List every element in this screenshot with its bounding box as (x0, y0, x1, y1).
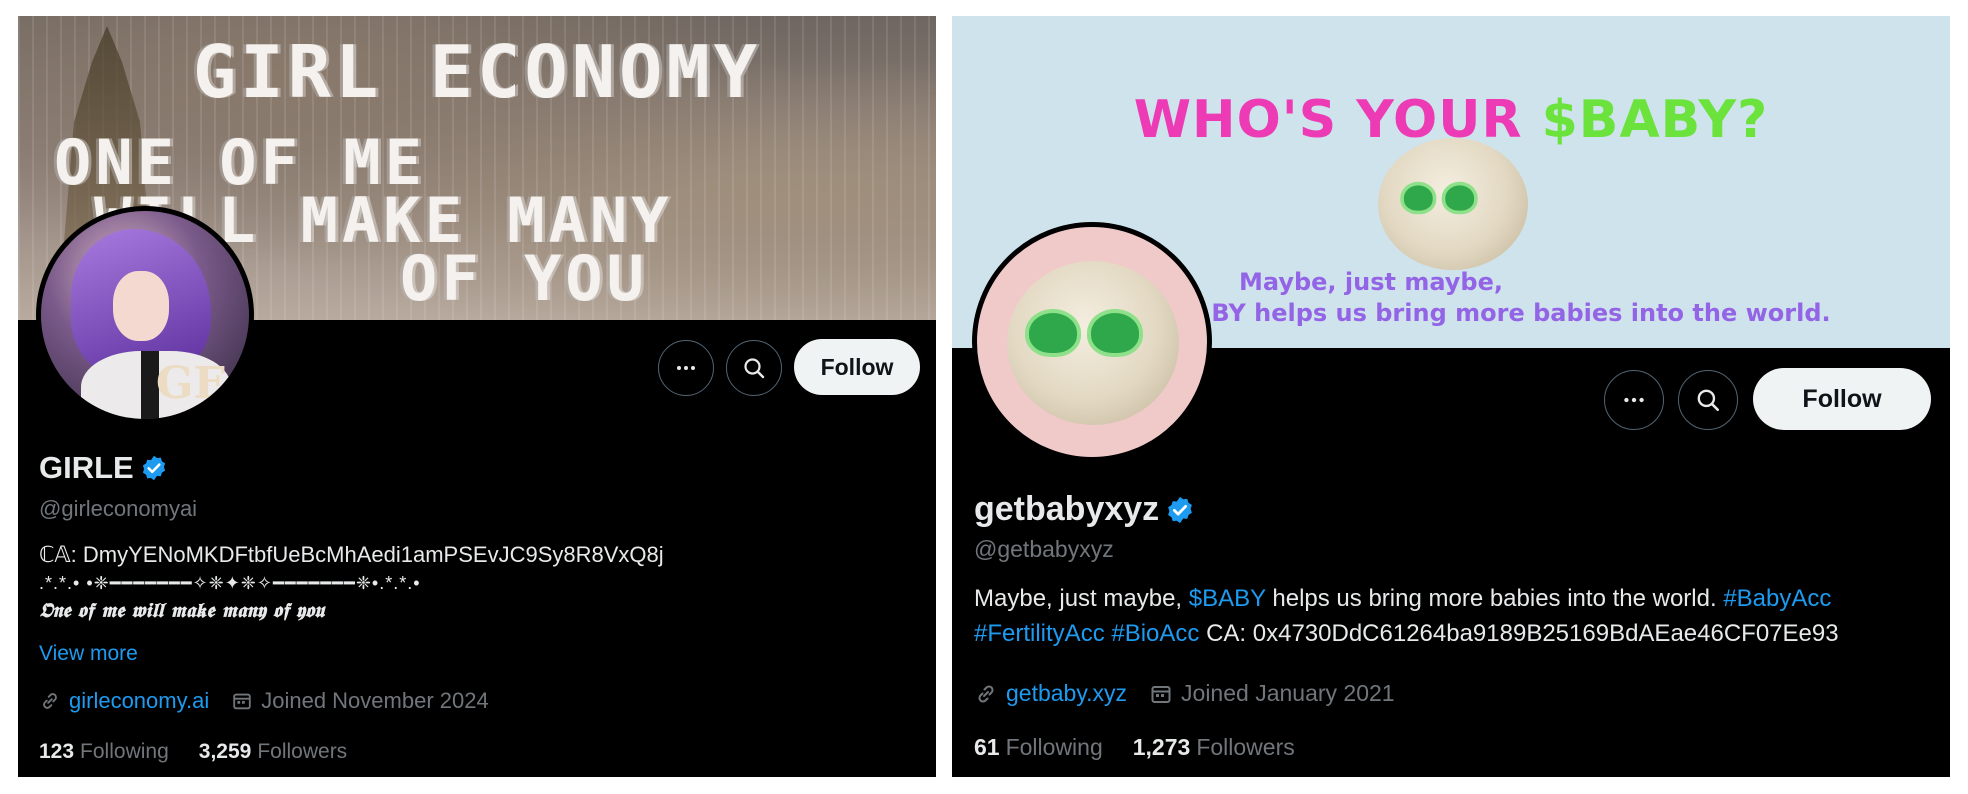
followers-count: 3,259 (198, 740, 252, 763)
bio-hashtag-fertilityacc[interactable]: #FertilityAcc (974, 620, 1105, 647)
follow-button[interactable]: Follow (1753, 368, 1931, 430)
website-link[interactable]: getbaby.xyz (1006, 680, 1127, 707)
bio-cashtag-baby[interactable]: $BABY (1189, 585, 1266, 612)
banner-headline-part-1: WHO'S YOUR (1133, 90, 1542, 150)
verified-badge-icon[interactable] (1165, 495, 1195, 525)
website-item: getbaby.xyz (974, 680, 1127, 707)
link-icon (978, 684, 994, 703)
display-name: getbabyxyz (974, 490, 1195, 529)
search-icon (1697, 389, 1720, 412)
profile-meta: getbaby.xyz Joined January 2021 (974, 680, 1417, 707)
banner-title: GIRL ECONOMY (192, 30, 762, 114)
bio-text-1: Maybe, just maybe, (974, 585, 1189, 612)
follow-button[interactable]: Follow (794, 339, 920, 395)
view-more-link[interactable]: View more (39, 642, 138, 666)
bio-ca-line: ℂ𝔸: DmyYENoMKDFtbfUeBcMhAedi1amPSEvJC9Sy… (39, 540, 919, 571)
follow-stats: 123 Following 3,259 Followers (39, 740, 377, 764)
profile-bio: ℂ𝔸: DmyYENoMKDFtbfUeBcMhAedi1amPSEvJC9Sy… (39, 540, 919, 624)
followers-label: Followers (257, 740, 348, 763)
profile-bio: Maybe, just maybe, $BABY helps us bring … (974, 582, 1934, 652)
following-stat[interactable]: 123 Following (39, 740, 169, 764)
search-button[interactable] (1678, 370, 1738, 430)
bio-decoration: .*.*.• •❈━━━━━━━✧❈✦❈✧━━━━━━━❈•.*.*.• (39, 572, 421, 593)
display-name-text: getbabyxyz (974, 490, 1160, 528)
search-icon (744, 358, 765, 379)
joined-item: Joined January 2021 (1149, 680, 1395, 707)
bio-hashtag-babyacc[interactable]: #BabyAcc (1723, 585, 1831, 612)
banner-heart-glasses (1400, 181, 1478, 215)
display-name: GIRLE (39, 450, 168, 486)
following-count: 123 (39, 740, 75, 763)
calendar-icon (233, 693, 251, 710)
followers-stat[interactable]: 3,259 Followers (199, 740, 347, 764)
banner-line-3: OF YOU (400, 242, 648, 315)
website-item: girleconomy.ai (39, 688, 209, 714)
display-name-text: GIRLE (39, 450, 134, 485)
bio-ca-prefix: ℂ𝔸: (39, 542, 83, 567)
following-label: Following (1005, 734, 1103, 760)
avatar[interactable] (972, 222, 1212, 462)
followers-label: Followers (1196, 734, 1295, 760)
followers-stat[interactable]: 1,273 Followers (1133, 734, 1295, 761)
link-icon (43, 693, 57, 709)
website-link[interactable]: girleconomy.ai (69, 688, 209, 714)
avatar[interactable]: GE (36, 206, 254, 424)
search-button[interactable] (726, 340, 782, 396)
following-count: 61 (974, 734, 1000, 760)
banner-fluffball-mascot (1378, 138, 1528, 270)
banner-headline-part-2: $BABY? (1541, 90, 1769, 150)
avatar-logo-mark: GE (155, 358, 227, 409)
verified-badge-icon[interactable] (140, 454, 168, 482)
follow-stats: 61 Following 1,273 Followers (974, 734, 1325, 761)
avatar-fluffball (1007, 261, 1179, 425)
bio-text-2: helps us bring more babies into the worl… (1265, 585, 1724, 612)
more-icon (677, 366, 695, 370)
avatar-face (113, 271, 169, 341)
following-stat[interactable]: 61 Following (974, 734, 1103, 761)
avatar-heart-glasses (1025, 309, 1143, 357)
joined-date: Joined November 2024 (261, 688, 489, 713)
profile-meta: girleconomy.ai Joined November 2024 (39, 688, 511, 714)
bio-tagline: 𝕺𝖓𝖊 𝖔𝖋 𝖒𝖊 𝖜𝖎𝖑𝖑 𝖒𝖆𝖐𝖊 𝖒𝖆𝖓𝖞 𝖔𝖋 𝖞𝖔𝖚 (39, 597, 325, 622)
joined-item: Joined November 2024 (231, 688, 489, 714)
more-options-button[interactable] (1604, 370, 1664, 430)
joined-date: Joined January 2021 (1181, 680, 1395, 706)
profile-card-girle: GIRL ECONOMY ONE OF ME WILL MAKE MANY OF… (18, 16, 936, 777)
bio-ca-value: DmyYENoMKDFtbfUeBcMhAedi1amPSEvJC9Sy8R8V… (82, 542, 664, 567)
followers-count: 1,273 (1132, 734, 1191, 760)
user-handle: @girleconomyai (39, 496, 198, 521)
calendar-icon (1151, 685, 1171, 703)
more-options-button[interactable] (658, 340, 714, 396)
more-icon (1624, 397, 1644, 403)
bio-contract-address: CA: 0x4730DdC61264ba9189B25169BdAEae46CF… (1199, 619, 1839, 647)
profile-card-getbabyxyz: WHO'S YOUR $BABY? Maybe, just maybe, BY … (952, 16, 1950, 777)
user-handle: @getbabyxyz (974, 536, 1114, 562)
following-label: Following (80, 740, 169, 763)
bio-hashtag-bioacc[interactable]: #BioAcc (1111, 620, 1199, 647)
